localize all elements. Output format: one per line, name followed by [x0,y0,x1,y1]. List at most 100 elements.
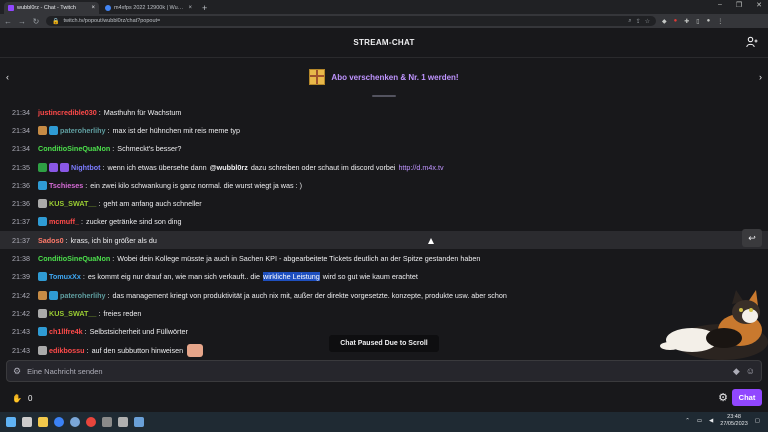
chat-message[interactable]: 21:36 KUS_SWAT__: geht am anfang auch schn… [0,194,768,212]
reply-icon[interactable]: ↩ [742,229,762,247]
browser-tab-m4xfps[interactable]: m4xfps 2022 12900k | Wunschli... × [101,2,196,14]
message-link[interactable]: http://d.m4x.tv [398,163,443,172]
message-username[interactable]: pateroherlihy [60,126,106,135]
chat-identity-icon[interactable]: ⚙ [13,366,21,377]
chat-message[interactable]: 21:36 Tschieses: ein zwei kilo schwankung … [0,176,768,194]
gift-promo-text[interactable]: Abo verschenken & Nr. 1 werden! [331,73,458,82]
terminal-icon[interactable] [102,417,112,427]
chat-emote-icon[interactable] [187,343,204,357]
message-timestamp: 21:37 [12,217,30,227]
message-username[interactable]: KUS_SWAT__ [49,199,96,208]
user-badge-icon[interactable] [38,290,47,300]
user-badge-icon[interactable] [49,125,58,135]
gift-promo-banner[interactable]: ‹ Abo verschenken & Nr. 1 werden! › [0,58,768,96]
message-username[interactable]: edikbossu [49,346,85,355]
bits-icon[interactable]: ◆ [733,366,740,377]
message-timestamp: 21:34 [12,144,30,154]
window-controls: – ❐ ✕ [718,1,762,9]
browser-tab-twitch[interactable]: wubbl0rz - Chat - Twitch × [4,2,99,14]
sidebar-icon[interactable]: ▯ [696,18,699,25]
extension-icon[interactable]: ◆ [662,18,667,25]
edge-browser-icon[interactable] [54,417,64,427]
chat-message[interactable]: 21:37 Sados0: krass, ich bin größer als du [0,231,768,250]
chevron-left-icon[interactable]: ‹ [6,72,9,82]
search-icon[interactable]: ⌕ [628,18,631,25]
message-username[interactable]: KUS_SWAT__ [49,309,96,318]
volume-icon[interactable]: ◀ [709,418,713,424]
tab-close-icon[interactable]: × [188,5,192,11]
close-window-icon[interactable]: ✕ [756,1,762,9]
user-badge-icon[interactable] [38,199,47,209]
message-username[interactable]: ch1llfre4k [49,327,83,336]
file-explorer-icon[interactable] [38,417,48,427]
chrome-browser-icon[interactable] [86,417,96,427]
message-username[interactable]: Nightbot [71,163,101,172]
reload-icon[interactable]: ↻ [32,17,40,26]
message-username[interactable]: Sados0 [38,236,64,245]
windows-start-icon[interactable] [6,417,16,427]
profile-icon[interactable]: ● [707,18,711,24]
user-badge-icon[interactable] [38,217,47,227]
chat-message[interactable]: 21:35 Nightbot: wenn ich etwas übersehe da… [0,158,768,176]
user-badge-icon[interactable] [38,272,47,282]
user-badge-icon[interactable] [38,345,47,355]
message-text: Wobei dein Kollege müsste ja auch in Sac… [117,254,481,264]
tab-close-icon[interactable]: × [91,5,95,11]
address-bar[interactable]: 🔒 twitch.tv/popout/wubbl0rz/chat?popout=… [46,16,656,26]
back-icon[interactable]: ← [4,17,12,26]
chevron-right-icon[interactable]: › [759,72,762,82]
chat-message[interactable]: 21:37 mcmuff_: zucker getränke sind son di… [0,213,768,231]
message-separator: : [85,180,88,190]
minimize-icon[interactable]: – [718,1,722,9]
chat-paused-notice[interactable]: Chat Paused Due to Scroll [329,335,439,352]
chat-message[interactable]: 21:38 ConditioSineQuaNon: Wobei dein Kolle… [0,249,768,267]
maximize-icon[interactable]: ❐ [736,1,742,9]
message-mention[interactable]: @wubbl0rz [210,163,248,172]
menu-kebab-icon[interactable]: ⋮ [717,18,723,25]
message-username[interactable]: TomuxXx [49,272,81,281]
tray-chevron-icon[interactable]: ⌃ [685,418,690,424]
chat-message[interactable]: 21:34 justincredible030: Masthuhn für Wach… [0,103,768,121]
bookmark-star-icon[interactable]: ☆ [645,18,650,25]
emote-picker-icon[interactable]: ☺ [746,366,755,376]
message-username[interactable]: justincredible030 [38,108,97,117]
banner-collapse-handle[interactable] [372,95,396,97]
network-icon[interactable]: ▭ [697,418,702,424]
chat-message[interactable]: 21:34 pateroherlihy: max ist der hühnchen … [0,121,768,139]
adblock-icon[interactable]: ● [674,18,678,24]
forward-icon[interactable]: → [18,17,26,26]
clock-time: 23:48 [727,414,741,420]
message-username[interactable]: ConditioSineQuaNon [38,254,110,263]
send-chat-button[interactable]: Chat [732,389,762,406]
share-icon[interactable]: ⇪ [636,18,641,25]
user-badge-icon[interactable] [38,162,47,172]
settings-app-icon[interactable] [118,417,128,427]
chat-input-box[interactable]: ⚙ ◆ ☺ [6,360,762,382]
user-badge-icon[interactable] [38,327,47,337]
message-username[interactable]: Tschieses [49,181,83,190]
user-badge-icon[interactable] [38,180,47,190]
user-badge-icon[interactable] [60,162,69,172]
user-badge-icon[interactable] [38,308,47,318]
task-view-icon[interactable] [22,417,32,427]
channel-points[interactable]: ✋ 0 [12,394,32,403]
chat-message-input[interactable] [27,366,727,376]
user-badge-icon[interactable] [49,162,58,172]
message-username[interactable]: ConditioSineQuaNon [38,144,110,153]
puzzle-extensions-icon[interactable]: ✚ [684,18,689,25]
message-username[interactable]: mcmuff_ [49,217,79,226]
user-badge-icon[interactable] [38,125,47,135]
notification-icon[interactable]: ▢ [755,418,760,424]
taskbar-clock[interactable]: 23:48 27/05/2023 [720,414,748,428]
page-title: STREAM-CHAT [353,38,415,47]
app-icon[interactable] [134,417,144,427]
steam-icon[interactable] [70,417,80,427]
message-timestamp: 21:37 [12,235,30,245]
chat-settings-gear-icon[interactable]: ⚙ [718,391,728,404]
user-badge-icon[interactable] [49,290,58,300]
community-users-icon[interactable] [746,36,758,48]
chat-message[interactable]: 21:34 ConditioSineQuaNon: Schmeckt's besse… [0,140,768,158]
message-separator: : [82,272,85,282]
message-username[interactable]: pateroherlihy [60,291,106,300]
new-tab-button[interactable]: + [198,2,211,14]
